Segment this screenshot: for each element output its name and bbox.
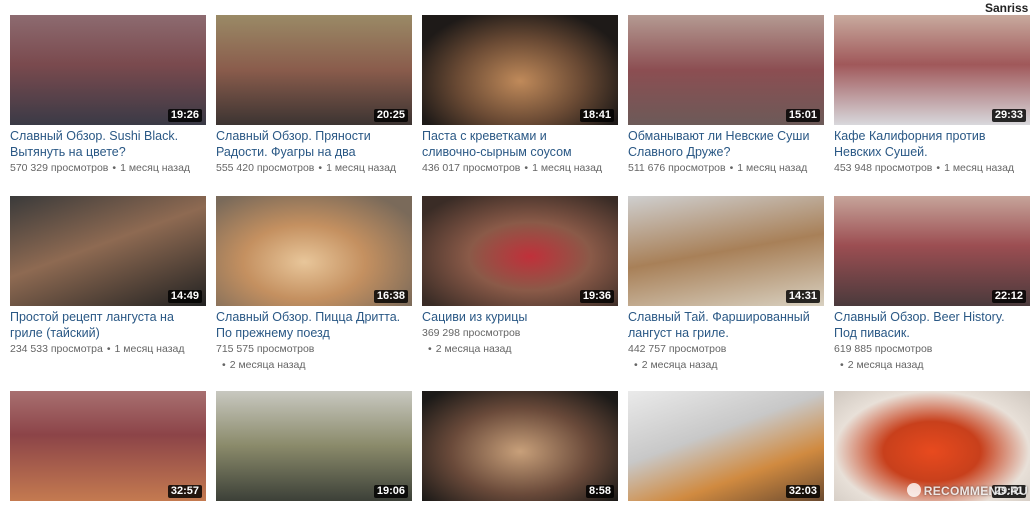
upload-age: 1 месяц назад [114,343,185,355]
upload-age: 1 месяц назад [532,162,603,174]
watermark-site: RECOMMEND.RU [906,483,1028,498]
video-card[interactable]: 18:41 Паста с креветками и сливочно-сырн… [422,15,618,176]
upload-age: 1 месяц назад [120,162,191,174]
video-card[interactable]: 16:38 Славный Обзор. Пицца Дритта. По пр… [216,196,412,373]
video-thumbnail[interactable]: 15:01 [628,15,824,125]
video-duration: 19:36 [579,290,614,303]
video-duration: 19:06 [373,485,408,498]
video-title-link[interactable]: Славный Тай. Фаршированный лангуст на гр… [628,309,828,341]
video-card[interactable]: 14:31 Славный Тай. Фаршированный лангуст… [628,196,824,373]
video-duration: 20:25 [373,109,408,122]
video-duration: 8:58 [585,485,614,498]
video-meta: 442 757 просмотров • 2 месяца назад [628,341,824,373]
watermark-logo-icon [906,483,921,497]
video-meta: 511 676 просмотров • 1 месяц назад [628,160,824,176]
video-thumbnail[interactable]: 20:25 [216,15,412,125]
video-title-link[interactable]: Славный Обзор. Пряности Радости. Фуагры … [216,128,416,160]
video-card[interactable]: 22:12 Славный Обзор. Beer History. Под п… [834,196,1030,373]
video-meta: 234 533 просмотра • 1 месяц назад [10,341,206,357]
video-duration: 16:38 [373,290,408,303]
video-card[interactable]: 32:03 [628,391,824,501]
video-card[interactable]: 8:58 [422,391,618,501]
meta-separator: • [524,162,529,174]
video-thumbnail[interactable]: 14:31 [628,196,824,306]
meta-separator: • [318,162,323,174]
video-meta: 715 575 просмотров • 2 месяца назад [216,341,412,373]
video-duration: 15:01 [785,109,820,122]
video-thumbnail[interactable]: 18:41 [422,15,618,125]
meta-separator: • [222,359,226,371]
meta-separator: • [428,343,432,355]
meta-separator: • [936,162,941,174]
video-meta: 453 948 просмотров • 1 месяц назад [834,160,1030,176]
video-thumbnail[interactable]: 19:26 [10,15,206,125]
upload-age: 2 месяца назад [435,343,512,355]
meta-separator: • [840,359,844,371]
view-count: 234 533 просмотра [10,343,103,355]
video-meta: 555 420 просмотров • 1 месяц назад [216,160,412,176]
video-duration: 18:41 [579,109,614,122]
video-card[interactable]: 32:57 [10,391,206,501]
video-duration: 14:31 [785,290,820,303]
meta-separator: • [634,359,638,371]
video-duration: 29:33 [991,109,1026,122]
video-thumbnail[interactable]: 22:12 [834,196,1030,306]
video-title-link[interactable]: Славный Обзор. Beer History. Под пивасик… [834,309,1034,341]
video-title-link[interactable]: Кафе Калифорния против Невских Сушей. [834,128,1034,160]
upload-age: 1 месяц назад [737,162,808,174]
upload-age: 2 месяца назад [229,359,306,371]
video-title-link[interactable]: Паста с креветками и сливочно-сырным соу… [422,128,622,160]
video-duration: 19:26 [167,109,202,122]
video-thumbnail[interactable]: 16:38 [216,196,412,306]
upload-age: 2 месяца назад [847,359,924,371]
video-duration: 14:49 [167,290,202,303]
view-count: 555 420 просмотров [216,162,315,174]
video-title-link[interactable]: Славный Обзор. Пицца Дритта. По прежнему… [216,309,416,341]
view-count: 369 298 просмотров [422,327,521,339]
view-count: 619 885 просмотров [834,343,933,355]
video-card[interactable]: 19:26 Славный Обзор. Sushi Black. Вытяну… [10,15,206,176]
video-title-link[interactable]: Сациви из курицы [422,309,622,325]
video-card[interactable]: 19:06 [216,391,412,501]
video-title-link[interactable]: Славный Обзор. Sushi Black. Вытянуть на … [10,128,210,160]
video-meta: 570 329 просмотров • 1 месяц назад [10,160,206,176]
upload-age: 1 месяц назад [944,162,1015,174]
watermark-text: RECOMMEND.RU [923,484,1028,498]
meta-separator: • [112,162,117,174]
video-card[interactable]: 29:33 Кафе Калифорния против Невских Суш… [834,15,1030,176]
video-grid: 19:26 Славный Обзор. Sushi Black. Вытяну… [0,0,1036,508]
video-card[interactable]: 20:25 Славный Обзор. Пряности Радости. Ф… [216,15,412,176]
view-count: 442 757 просмотров [628,343,727,355]
view-count: 511 676 просмотров [628,162,726,174]
view-count: 453 948 просмотров [834,162,933,174]
view-count: 715 575 просмотров [216,343,315,355]
video-thumbnail[interactable]: 14:49 [10,196,206,306]
video-thumbnail[interactable]: 32:57 [10,391,206,501]
view-count: 570 329 просмотров [10,162,109,174]
video-duration: 22:12 [991,290,1026,303]
video-thumbnail[interactable]: 19:06 [216,391,412,501]
video-title-link[interactable]: Простой рецепт лангуста на гриле (тайски… [10,309,210,341]
watermark-author: Sanriss [985,1,1029,15]
video-card[interactable]: 15:01 Обманывают ли Невские Суши Славног… [628,15,824,176]
video-title-link[interactable]: Обманывают ли Невские Суши Славного Друж… [628,128,828,160]
view-count: 436 017 просмотров [422,162,521,174]
video-thumbnail[interactable]: 8:58 [422,391,618,501]
video-thumbnail[interactable]: 19:36 [422,196,618,306]
upload-age: 2 месяца назад [641,359,718,371]
upload-age: 1 месяц назад [326,162,397,174]
video-meta: 619 885 просмотров • 2 месяца назад [834,341,1030,373]
video-thumbnail[interactable]: 29:33 [834,15,1030,125]
video-duration: 32:03 [785,485,820,498]
video-meta: 436 017 просмотров • 1 месяц назад [422,160,618,176]
video-meta: 369 298 просмотров • 2 месяца назад [422,325,618,357]
video-thumbnail[interactable]: 32:03 [628,391,824,501]
video-card[interactable]: 19:36 Сациви из курицы 369 298 просмотро… [422,196,618,357]
video-duration: 32:57 [167,485,202,498]
meta-separator: • [106,343,111,355]
video-card[interactable]: 14:49 Простой рецепт лангуста на гриле (… [10,196,206,357]
meta-separator: • [729,162,734,174]
